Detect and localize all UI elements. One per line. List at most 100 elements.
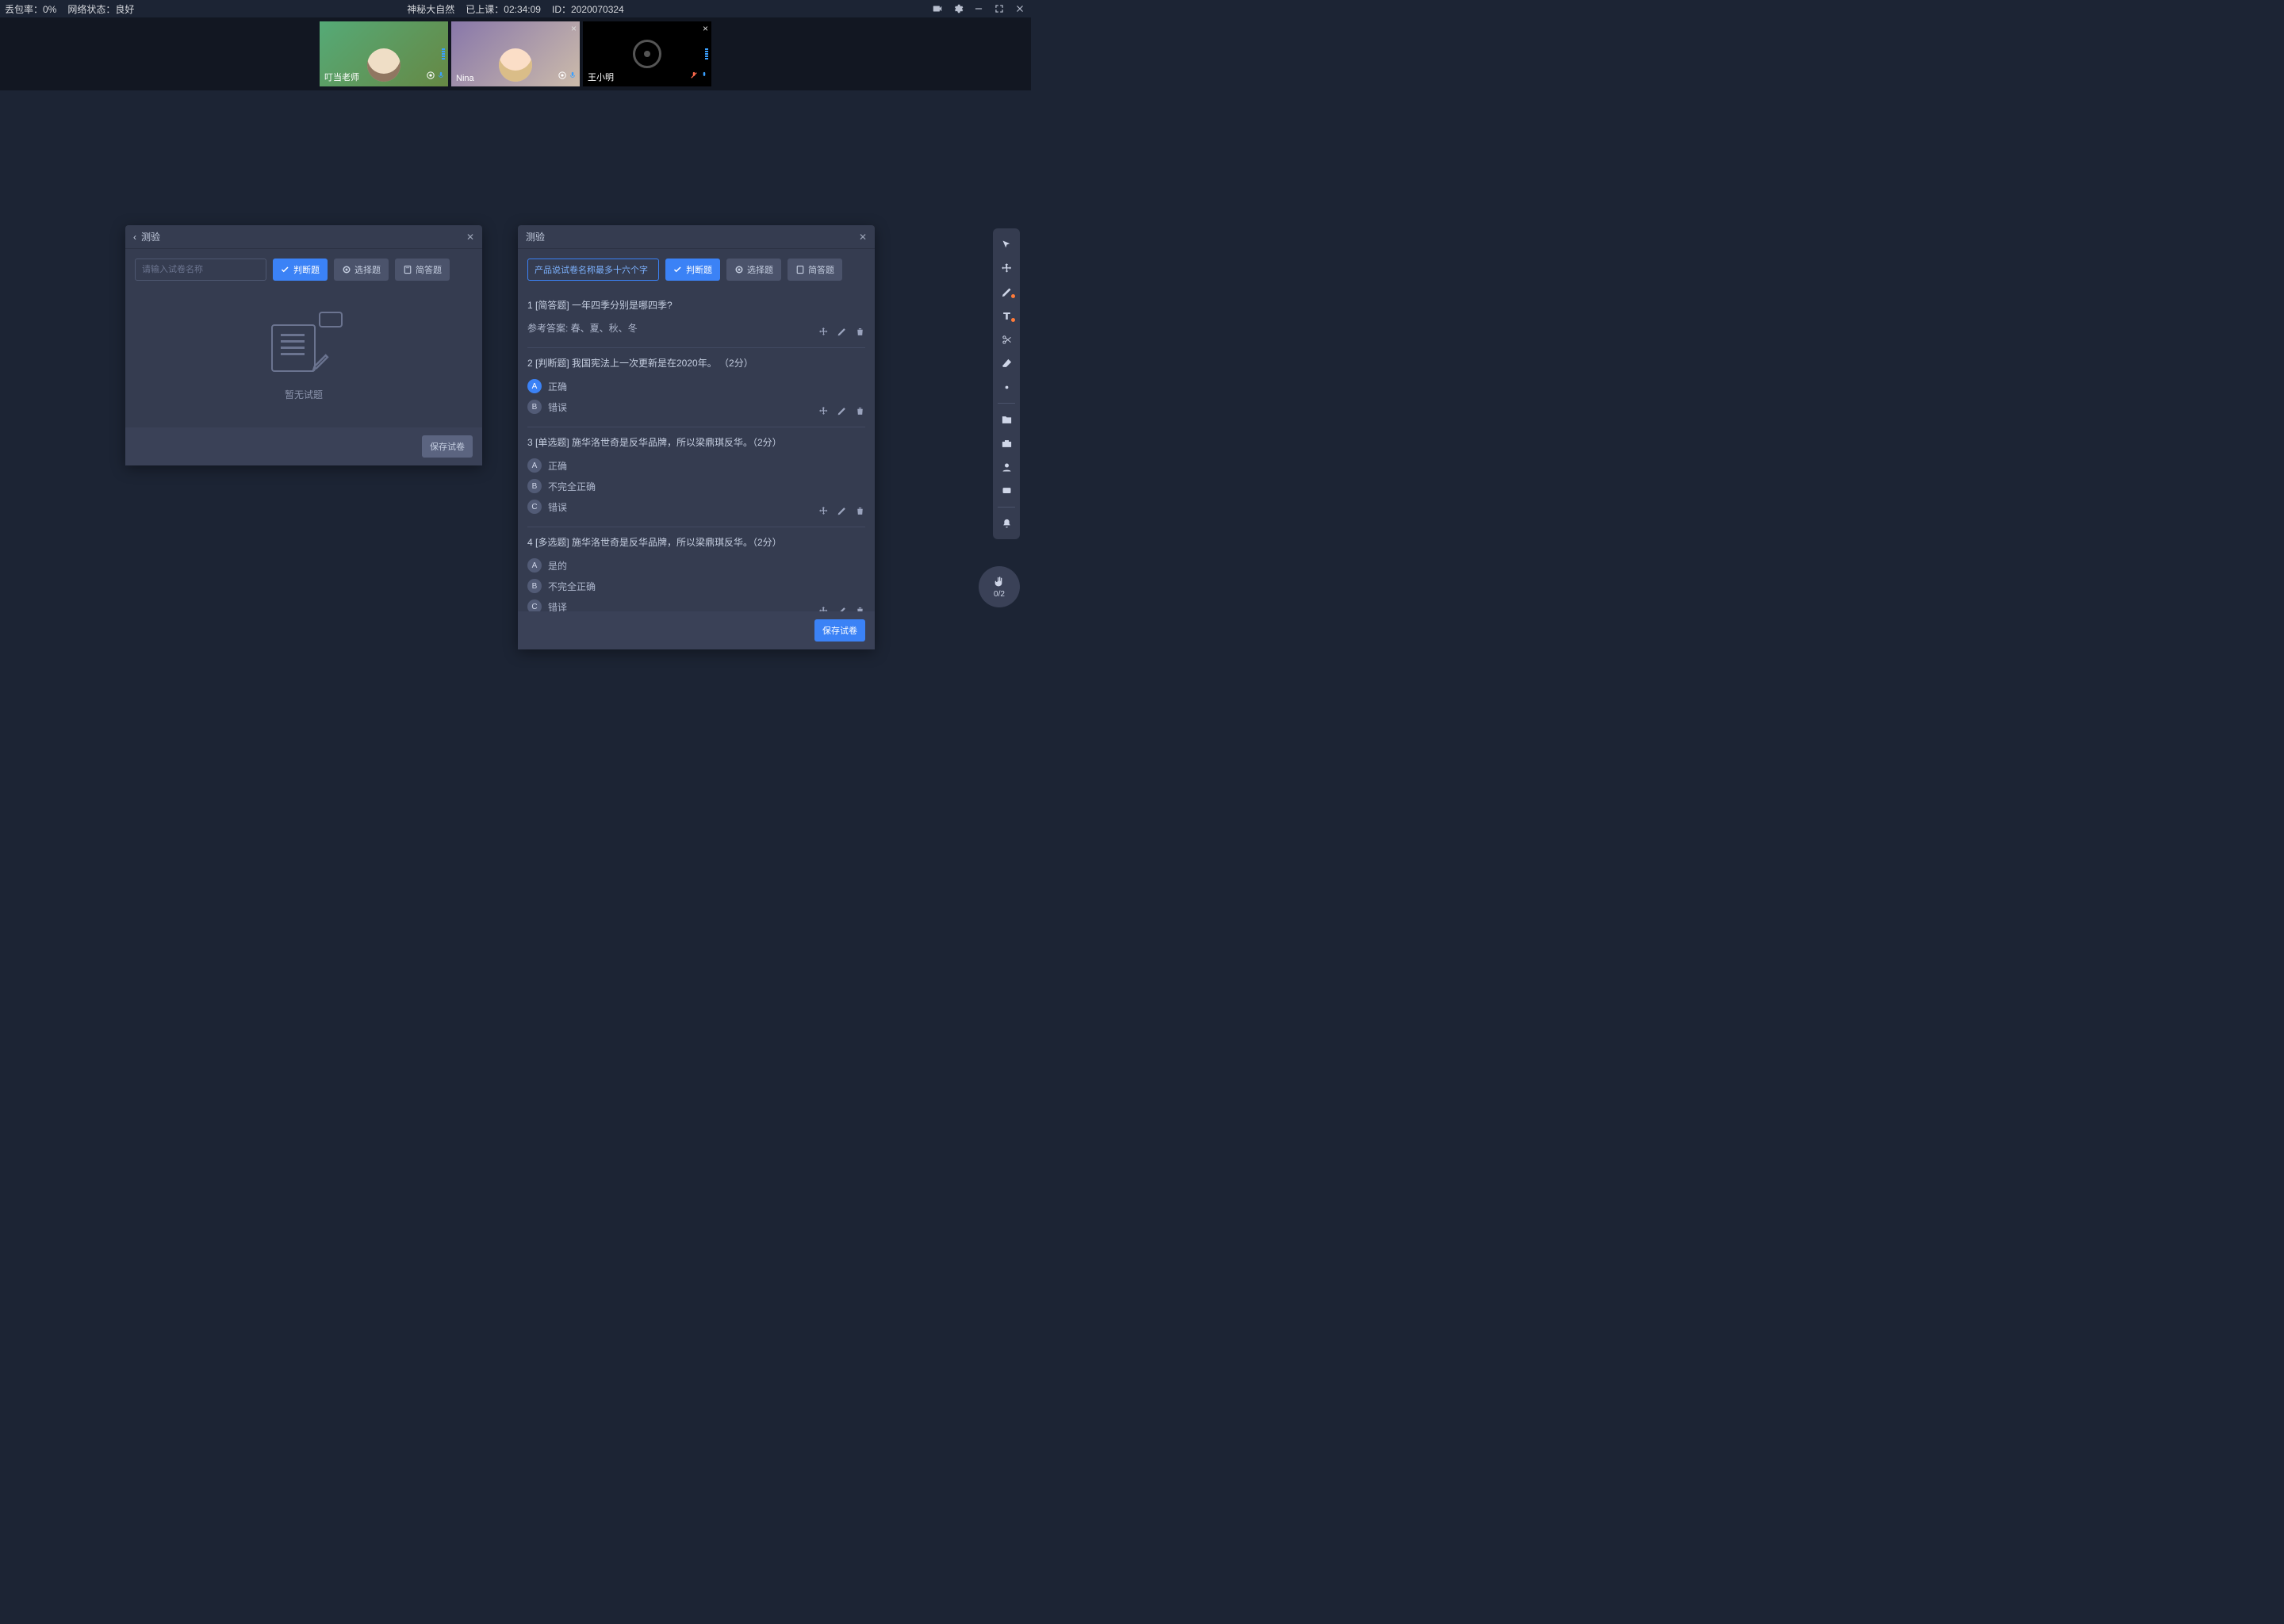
option-text: 错译 xyxy=(548,600,567,612)
question-header: 4 [多选题] 施华洛世奇是反华品牌，所以梁鼎琪反华。（2分） xyxy=(527,535,865,549)
move-question-icon[interactable] xyxy=(818,506,829,519)
course-title: 神秘大自然 xyxy=(407,2,454,16)
question-header: 2 [判断题] 我国宪法上一次更新是在2020年。 （2分） xyxy=(527,356,865,370)
participant-name: Nina xyxy=(456,74,474,83)
record-icon xyxy=(427,69,435,83)
users-icon[interactable] xyxy=(993,456,1020,478)
save-quiz-button[interactable]: 保存试卷 xyxy=(422,435,473,458)
empty-illustration-icon xyxy=(268,316,339,377)
question-option[interactable]: B错误 xyxy=(527,396,865,417)
back-icon[interactable]: ‹ xyxy=(133,232,136,243)
eraser-tool-icon[interactable] xyxy=(993,352,1020,374)
elapsed-time: 已上课：02:34:09 xyxy=(466,2,541,16)
add-shortanswer-button[interactable]: 简答题 xyxy=(788,259,842,281)
question-option[interactable]: A正确 xyxy=(527,455,865,476)
empty-text: 暂无试题 xyxy=(285,388,323,401)
quiz-name-input[interactable] xyxy=(135,259,266,281)
minimize-icon[interactable] xyxy=(972,3,985,14)
hand-raise-badge[interactable]: 0/2 xyxy=(979,566,1020,607)
panel-close-icon[interactable]: ✕ xyxy=(859,232,867,243)
annotation-toolbar xyxy=(993,228,1020,539)
delete-question-icon[interactable] xyxy=(855,606,865,611)
save-quiz-button[interactable]: 保存试卷 xyxy=(814,619,865,642)
add-choice-button[interactable]: 选择题 xyxy=(334,259,389,281)
option-text: 不完全正确 xyxy=(548,580,596,593)
move-tool-icon[interactable] xyxy=(993,257,1020,279)
pen-tool-icon[interactable] xyxy=(993,281,1020,303)
option-text: 不完全正确 xyxy=(548,480,596,493)
hand-raise-count: 0/2 xyxy=(994,590,1005,599)
files-icon[interactable] xyxy=(993,408,1020,431)
video-tile-student[interactable]: × 王小明 xyxy=(583,21,711,86)
add-choice-button[interactable]: 选择题 xyxy=(726,259,781,281)
mic-muted-icon xyxy=(690,69,698,83)
delete-question-icon[interactable] xyxy=(855,327,865,339)
maximize-icon[interactable] xyxy=(993,3,1006,14)
option-text: 正确 xyxy=(548,380,567,393)
option-badge: C xyxy=(527,500,542,514)
quiz-panel-editor: 测验 ✕ 判断题 选择题 简答题 1 [简答题] 一年四季分别是哪四季? 参考答案… xyxy=(518,225,875,649)
option-text: 错误 xyxy=(548,400,567,414)
quiz-name-input[interactable] xyxy=(527,259,659,281)
add-truefalse-button[interactable]: 判断题 xyxy=(273,259,328,281)
edit-question-icon[interactable] xyxy=(837,506,847,519)
toolbox-icon[interactable] xyxy=(993,432,1020,454)
tile-close-icon[interactable]: × xyxy=(703,23,708,34)
option-badge: B xyxy=(527,579,542,593)
question-option[interactable]: C 错误 xyxy=(527,496,865,517)
network-status: 网络状态：良好 xyxy=(67,2,134,16)
mic-icon xyxy=(437,69,445,83)
bell-icon[interactable] xyxy=(993,512,1020,534)
move-question-icon[interactable] xyxy=(818,327,829,339)
video-strip: 叮当老师 × Nina × 王小明 xyxy=(0,17,1031,90)
panel-close-icon[interactable]: ✕ xyxy=(466,232,474,243)
question-actions xyxy=(818,506,865,519)
video-tile-student[interactable]: × Nina xyxy=(451,21,580,86)
mic-icon xyxy=(700,69,708,83)
edit-question-icon[interactable] xyxy=(837,606,847,611)
empty-state: 暂无试题 xyxy=(125,290,482,427)
question-actions xyxy=(818,606,865,611)
question-block: 2 [判断题] 我国宪法上一次更新是在2020年。 （2分） A正确B错误 xyxy=(527,348,865,427)
option-text: 正确 xyxy=(548,459,567,473)
question-option[interactable]: A是的 xyxy=(527,555,865,576)
question-actions xyxy=(818,406,865,419)
chat-icon[interactable] xyxy=(993,480,1020,502)
close-window-icon[interactable] xyxy=(1014,3,1026,14)
panel-title: 测验 xyxy=(141,230,160,243)
pointer-tool-icon[interactable] xyxy=(993,233,1020,255)
tile-close-icon[interactable]: × xyxy=(571,23,577,34)
question-option[interactable]: A正确 xyxy=(527,376,865,396)
move-question-icon[interactable] xyxy=(818,606,829,611)
option-badge: C xyxy=(527,599,542,611)
option-text: 错误 xyxy=(548,500,567,514)
edit-question-icon[interactable] xyxy=(837,406,847,419)
question-option[interactable]: B 不完全正确 xyxy=(527,576,865,596)
option-badge: A xyxy=(527,558,542,573)
question-block: 3 [单选题] 施华洛世奇是反华品牌，所以梁鼎琪反华。（2分）A正确B不完全正确… xyxy=(527,427,865,527)
question-answer: 参考答案: 春、夏、秋、冬 xyxy=(527,318,865,338)
question-list: 1 [简答题] 一年四季分别是哪四季? 参考答案: 春、夏、秋、冬 2 [判断题]… xyxy=(518,290,875,611)
panel-title: 测验 xyxy=(526,230,545,243)
participant-name: 叮当老师 xyxy=(324,71,359,83)
video-tile-teacher[interactable]: 叮当老师 xyxy=(320,21,448,86)
question-block: 4 [多选题] 施华洛世奇是反华品牌，所以梁鼎琪反华。（2分） A是的 B 不完全正确… xyxy=(527,527,865,611)
question-option[interactable]: B不完全正确 xyxy=(527,476,865,496)
scissors-tool-icon[interactable] xyxy=(993,328,1020,350)
delete-question-icon[interactable] xyxy=(855,506,865,519)
edit-question-icon[interactable] xyxy=(837,327,847,339)
top-status-bar: 丢包率：0% 网络状态：良好 神秘大自然 已上课：02:34:09 ID：202… xyxy=(0,0,1031,17)
question-option[interactable]: C 错译 xyxy=(527,596,865,611)
camera-off-icon xyxy=(633,40,661,68)
add-shortanswer-button[interactable]: 简答题 xyxy=(395,259,450,281)
camera-toggle-icon[interactable] xyxy=(931,3,944,14)
question-actions xyxy=(818,327,865,339)
question-header: 1 [简答题] 一年四季分别是哪四季? xyxy=(527,298,865,312)
text-tool-icon[interactable] xyxy=(993,304,1020,327)
move-question-icon[interactable] xyxy=(818,406,829,419)
laser-tool-icon[interactable] xyxy=(993,376,1020,398)
delete-question-icon[interactable] xyxy=(855,406,865,419)
settings-icon[interactable] xyxy=(952,3,964,14)
record-icon xyxy=(558,69,566,83)
add-truefalse-button[interactable]: 判断题 xyxy=(665,259,720,281)
